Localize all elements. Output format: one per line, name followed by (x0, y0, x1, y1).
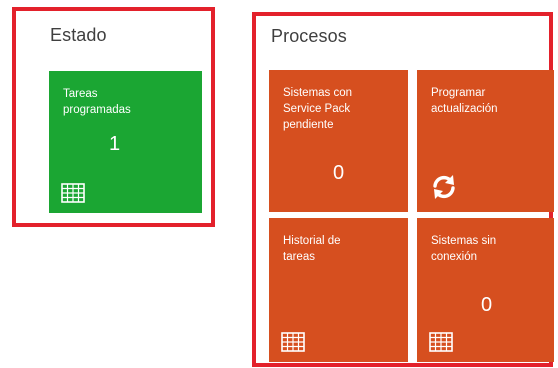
grid-icon (61, 183, 85, 203)
tile-historial-tareas[interactable]: Historial de tareas (269, 218, 408, 362)
tile-programar-actualizacion[interactable]: Programar actualización (417, 70, 554, 212)
estado-title: Estado (50, 25, 107, 45)
grid-icon (281, 332, 305, 352)
estado-group: Estado Tareas programadas 1 (12, 7, 215, 227)
sync-icon (433, 175, 455, 199)
tile-label: Sistemas con Service Pack pendiente (283, 87, 353, 131)
tile-label: Historial de tareas (283, 235, 341, 263)
tile-label: Programar actualización (431, 87, 498, 115)
tile-label: Sistemas sin conexión (431, 235, 497, 263)
tile-count: 1 (109, 133, 121, 155)
grid-icon (429, 332, 453, 352)
procesos-group: Procesos Sistemas con Service Pack pendi… (252, 12, 554, 367)
procesos-title: Procesos (271, 26, 347, 46)
tile-count: 0 (333, 162, 345, 184)
tile-sistemas-sin-conexion[interactable]: Sistemas sin conexión 0 (417, 218, 554, 362)
tile-tareas-programadas[interactable]: Tareas programadas 1 (49, 71, 202, 213)
tile-sistemas-service-pack[interactable]: Sistemas con Service Pack pendiente 0 (269, 70, 408, 212)
tile-label: Tareas programadas (63, 88, 131, 116)
tile-count: 0 (481, 294, 493, 316)
